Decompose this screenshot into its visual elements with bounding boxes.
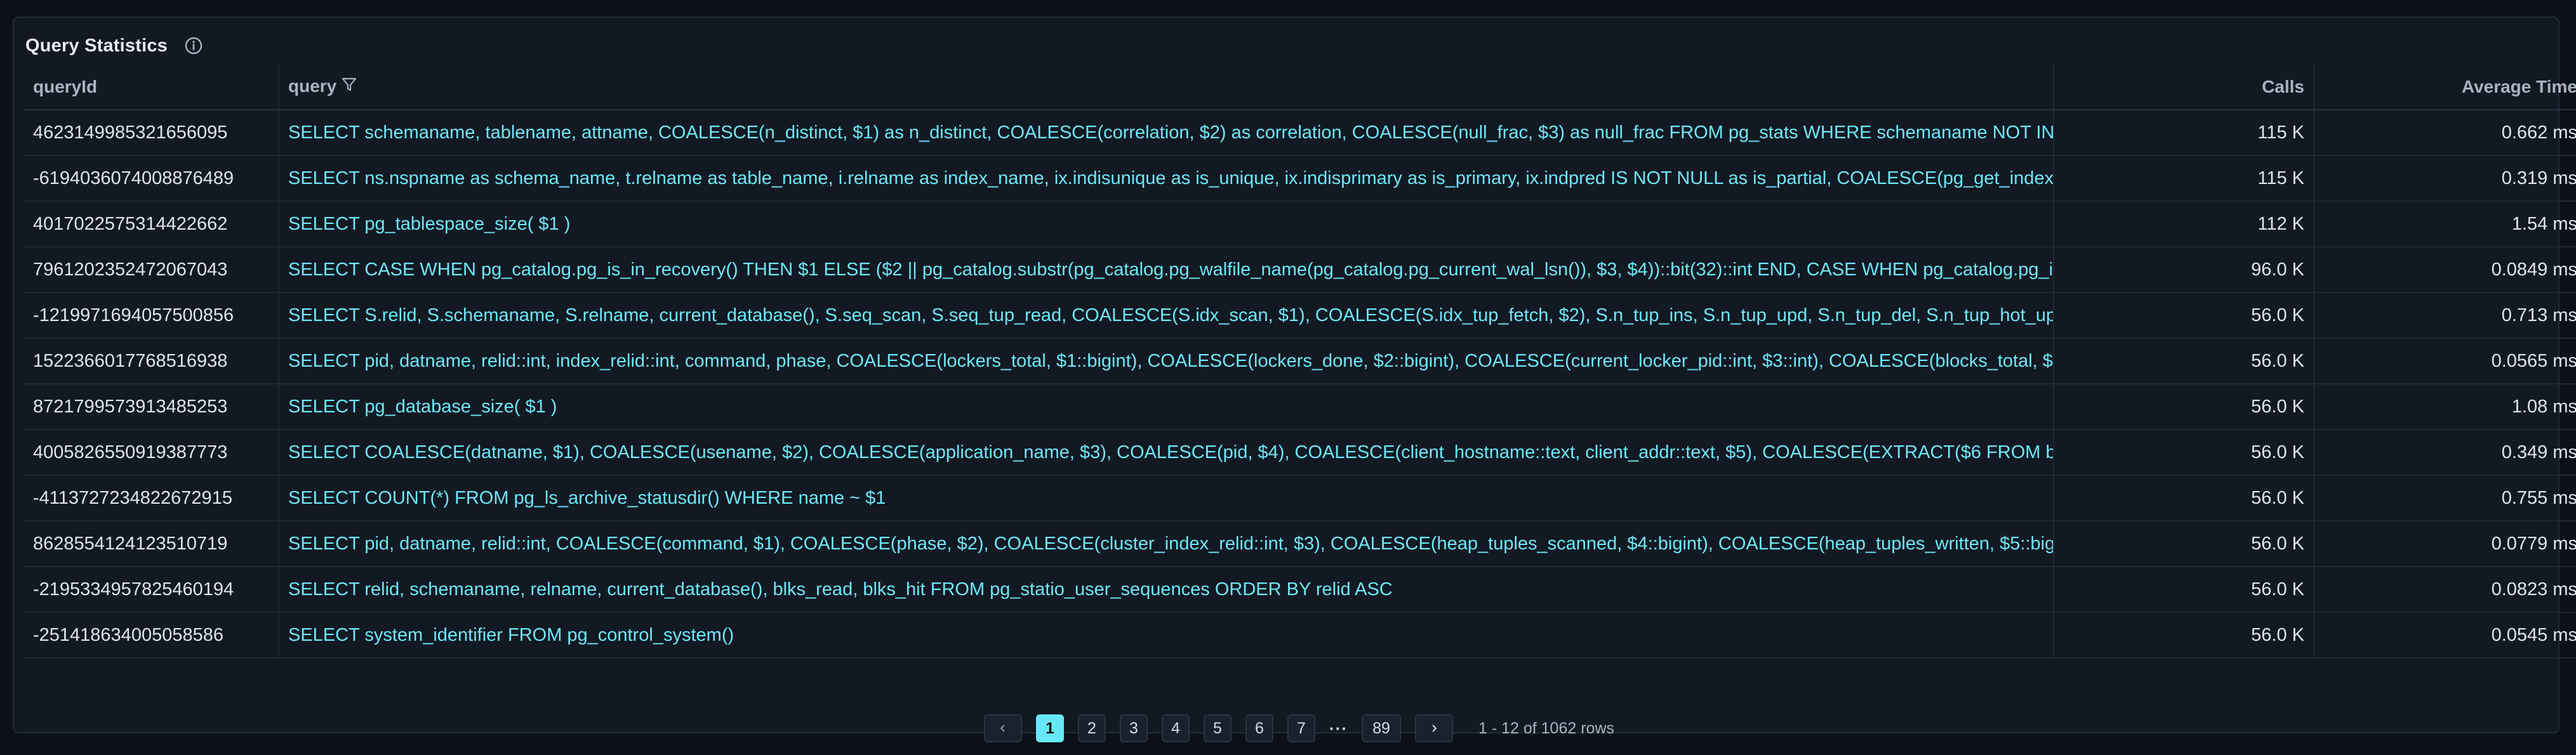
column-header-query[interactable]: query bbox=[279, 65, 2054, 110]
calls-cell: 56.0 K bbox=[2054, 430, 2314, 476]
query-id-cell: 8628554124123510719 bbox=[24, 521, 279, 567]
calls-cell: 56.0 K bbox=[2054, 292, 2314, 339]
query-text-cell[interactable]: SELECT pid, datname, relid::int, COALESC… bbox=[279, 521, 2054, 567]
table-row[interactable]: 7961202352472067043 SELECT CASE WHEN pg_c… bbox=[24, 247, 2576, 293]
query-text-cell[interactable]: SELECT pg_tablespace_size( $1 ) bbox=[279, 201, 2054, 247]
average-time-cell: 1.54 ms bbox=[2314, 201, 2576, 247]
query-id-cell: -251418634005058586 bbox=[24, 612, 279, 659]
average-time-cell: 0.349 ms bbox=[2314, 430, 2576, 476]
query-text-cell[interactable]: SELECT pid, datname, relid::int, index_r… bbox=[279, 338, 2054, 384]
column-header-label: queryId bbox=[33, 77, 98, 96]
calls-cell: 56.0 K bbox=[2054, 567, 2314, 613]
query-id-cell: -2195334957825460194 bbox=[24, 567, 279, 613]
query-id-cell: -1219971694057500856 bbox=[24, 292, 279, 339]
calls-cell: 56.0 K bbox=[2054, 612, 2314, 659]
column-header-label: Calls bbox=[2262, 77, 2304, 96]
panel-title: Query Statistics bbox=[25, 35, 168, 56]
calls-cell: 56.0 K bbox=[2054, 521, 2314, 567]
query-text-cell[interactable]: SELECT schemaname, tablename, attname, C… bbox=[279, 110, 2054, 156]
column-header-average-time[interactable]: Average Time bbox=[2314, 65, 2576, 110]
table-row[interactable]: -1219971694057500856 SELECT S.relid, S.sc… bbox=[24, 292, 2576, 339]
average-time-cell: 0.0565 ms bbox=[2314, 338, 2576, 384]
info-circle-icon[interactable] bbox=[183, 35, 204, 56]
query-id-cell: 8721799573913485253 bbox=[24, 384, 279, 430]
average-time-cell: 1.08 ms bbox=[2314, 384, 2576, 430]
page-button-6[interactable]: 6 bbox=[1245, 714, 1273, 742]
calls-cell: 56.0 K bbox=[2054, 384, 2314, 430]
page-button-1[interactable]: 1 bbox=[1036, 714, 1064, 742]
query-id-cell: 4005826550919387773 bbox=[24, 430, 279, 476]
query-text-cell[interactable]: SELECT COALESCE(datname, $1), COALESCE(u… bbox=[279, 430, 2054, 476]
average-time-cell: 0.0779 ms bbox=[2314, 521, 2576, 567]
page-button-5[interactable]: 5 bbox=[1204, 714, 1232, 742]
page-button-4[interactable]: 4 bbox=[1162, 714, 1190, 742]
query-text-cell[interactable]: SELECT S.relid, S.schemaname, S.relname,… bbox=[279, 292, 2054, 339]
pagination-summary: 1 - 12 of 1062 rows bbox=[1478, 719, 1614, 737]
query-text-cell[interactable]: SELECT relid, schemaname, relname, curre… bbox=[279, 567, 2054, 613]
column-header-label: Average Time bbox=[2461, 77, 2576, 96]
chevron-left-icon bbox=[1000, 725, 1005, 732]
query-table-container: queryId query Calls Average Time 4623149… bbox=[24, 65, 2576, 659]
table-row[interactable]: 8721799573913485253 SELECT pg_database_si… bbox=[24, 384, 2576, 430]
average-time-cell: 0.319 ms bbox=[2314, 155, 2576, 202]
table-row[interactable]: -4113727234822672915 SELECT COUNT(*) FROM… bbox=[24, 475, 2576, 522]
table-header-row: queryId query Calls Average Time bbox=[24, 65, 2576, 110]
calls-cell: 96.0 K bbox=[2054, 247, 2314, 293]
pagination: 1 2 3 4 5 6 7 ··· 89 1 - 12 of 1062 rows bbox=[984, 713, 1614, 744]
query-id-cell: 1522366017768516938 bbox=[24, 338, 279, 384]
query-text-cell[interactable]: SELECT COUNT(*) FROM pg_ls_archive_statu… bbox=[279, 475, 2054, 522]
page-button-3[interactable]: 3 bbox=[1120, 714, 1148, 742]
query-id-cell: 4623149985321656095 bbox=[24, 110, 279, 156]
pagination-ellipsis[interactable]: ··· bbox=[1329, 719, 1348, 739]
table-row[interactable]: -6194036074008876489 SELECT ns.nspname as… bbox=[24, 155, 2576, 202]
average-time-cell: 0.0545 ms bbox=[2314, 612, 2576, 659]
query-id-cell: -6194036074008876489 bbox=[24, 155, 279, 202]
panel-header: Query Statistics bbox=[25, 27, 204, 65]
column-header-label: query bbox=[288, 76, 337, 96]
average-time-cell: 0.662 ms bbox=[2314, 110, 2576, 156]
query-text-cell[interactable]: SELECT pg_database_size( $1 ) bbox=[279, 384, 2054, 430]
calls-cell: 115 K bbox=[2054, 110, 2314, 156]
prev-page-button[interactable] bbox=[984, 714, 1022, 742]
chevron-right-icon bbox=[1432, 725, 1437, 732]
table-body: 4623149985321656095 SELECT schemaname, ta… bbox=[24, 110, 2576, 659]
calls-cell: 56.0 K bbox=[2054, 338, 2314, 384]
average-time-cell: 0.755 ms bbox=[2314, 475, 2576, 522]
average-time-cell: 0.0823 ms bbox=[2314, 567, 2576, 613]
query-id-cell: 7961202352472067043 bbox=[24, 247, 279, 293]
query-text-cell[interactable]: SELECT CASE WHEN pg_catalog.pg_is_in_rec… bbox=[279, 247, 2054, 293]
page-button-last[interactable]: 89 bbox=[1361, 714, 1401, 742]
next-page-button[interactable] bbox=[1414, 714, 1453, 742]
table-row[interactable]: 1522366017768516938 SELECT pid, datname, … bbox=[24, 338, 2576, 384]
column-header-query-id[interactable]: queryId bbox=[24, 65, 279, 110]
query-statistics-panel: Query Statistics queryId query Calls Ave… bbox=[13, 16, 2576, 742]
calls-cell: 115 K bbox=[2054, 155, 2314, 202]
table-row[interactable]: 4017022575314422662 SELECT pg_tablespace_… bbox=[24, 201, 2576, 247]
filter-icon[interactable] bbox=[340, 76, 358, 98]
query-table: queryId query Calls Average Time 4623149… bbox=[24, 65, 2576, 659]
table-row[interactable]: -251418634005058586 SELECT system_identif… bbox=[24, 612, 2576, 659]
calls-cell: 112 K bbox=[2054, 201, 2314, 247]
query-id-cell: 4017022575314422662 bbox=[24, 201, 279, 247]
query-text-cell[interactable]: SELECT system_identifier FROM pg_control… bbox=[279, 612, 2054, 659]
average-time-cell: 0.0849 ms bbox=[2314, 247, 2576, 293]
query-id-cell: -4113727234822672915 bbox=[24, 475, 279, 522]
calls-cell: 56.0 K bbox=[2054, 475, 2314, 522]
page-button-7[interactable]: 7 bbox=[1287, 714, 1315, 742]
page-button-2[interactable]: 2 bbox=[1078, 714, 1106, 742]
table-row[interactable]: 8628554124123510719 SELECT pid, datname, … bbox=[24, 521, 2576, 567]
table-row[interactable]: -2195334957825460194 SELECT relid, schema… bbox=[24, 567, 2576, 613]
query-text-cell[interactable]: SELECT ns.nspname as schema_name, t.reln… bbox=[279, 155, 2054, 202]
table-row[interactable]: 4005826550919387773 SELECT COALESCE(datna… bbox=[24, 430, 2576, 476]
average-time-cell: 0.713 ms bbox=[2314, 292, 2576, 339]
column-header-calls[interactable]: Calls bbox=[2054, 65, 2314, 110]
table-row[interactable]: 4623149985321656095 SELECT schemaname, ta… bbox=[24, 110, 2576, 156]
